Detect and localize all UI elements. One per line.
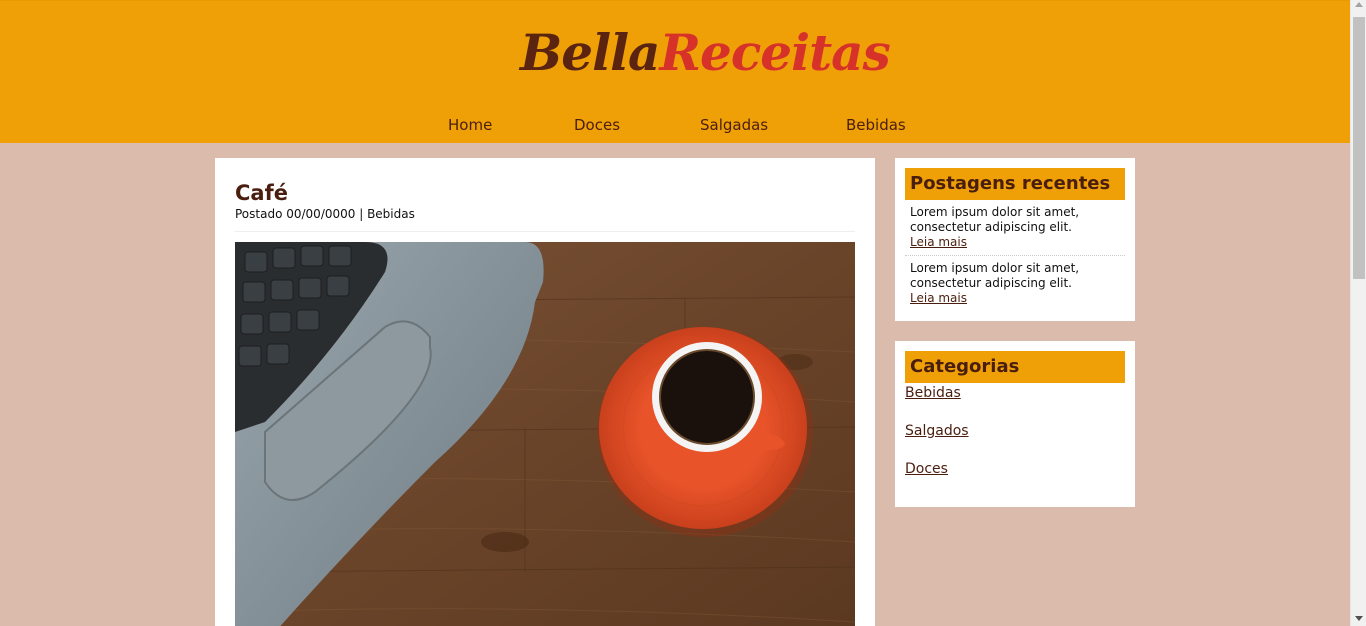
category-bebidas[interactable]: Bebidas xyxy=(905,384,961,402)
recent-post-text: Lorem ipsum dolor sit amet, consectetur … xyxy=(910,261,1080,290)
main-nav: Home Doces Salgadas Bebidas xyxy=(0,115,1350,135)
category-doces[interactable]: Doces xyxy=(905,460,948,478)
categories-title: Categorias xyxy=(905,351,1125,383)
post-card: Café Postado 00/00/0000 | Bebidas xyxy=(215,158,875,626)
post-meta: Postado 00/00/0000 | Bebidas xyxy=(235,207,415,221)
logo-text-receitas: Receitas xyxy=(659,23,890,82)
read-more-link[interactable]: Leia mais xyxy=(910,235,1125,250)
scroll-up-arrow-icon[interactable] xyxy=(1355,2,1363,7)
read-more-link[interactable]: Leia mais xyxy=(910,291,1125,306)
post-image xyxy=(235,242,855,626)
post-divider xyxy=(235,231,855,232)
category-salgados[interactable]: Salgados xyxy=(905,422,969,440)
logo-text-bella: Bella xyxy=(520,23,660,82)
recent-posts-widget: Postagens recentes Lorem ipsum dolor sit… xyxy=(895,158,1135,321)
site-header: BellaReceitas Home Doces Salgadas Bebida… xyxy=(0,0,1350,143)
coffee-laptop-photo xyxy=(235,242,855,626)
scroll-thumb[interactable] xyxy=(1353,17,1365,279)
recent-posts-title: Postagens recentes xyxy=(905,168,1125,200)
nav-salgadas[interactable]: Salgadas xyxy=(700,115,768,135)
recent-divider xyxy=(905,255,1125,256)
post-title[interactable]: Café xyxy=(235,180,288,206)
nav-home[interactable]: Home xyxy=(448,115,492,135)
site-logo[interactable]: BellaReceitas xyxy=(520,13,891,93)
nav-doces[interactable]: Doces xyxy=(574,115,620,135)
recent-post-text: Lorem ipsum dolor sit amet, consectetur … xyxy=(910,205,1080,234)
recent-post-item: Lorem ipsum dolor sit amet, consectetur … xyxy=(910,205,1125,250)
vertical-scrollbar[interactable] xyxy=(1350,0,1366,626)
nav-bebidas[interactable]: Bebidas xyxy=(846,115,906,135)
recent-post-item: Lorem ipsum dolor sit amet, consectetur … xyxy=(910,261,1125,306)
categories-widget: Categorias Bebidas Salgados Doces xyxy=(895,341,1135,507)
scroll-down-arrow-icon[interactable] xyxy=(1355,616,1363,621)
